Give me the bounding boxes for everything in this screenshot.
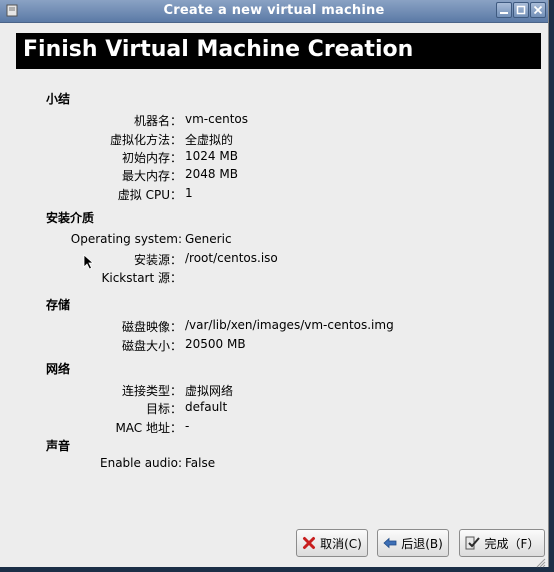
machine-name-value: vm-centos <box>185 112 249 126</box>
install-media-heading: 安装介质 <box>46 211 95 225</box>
initial-memory-value: 1024 MB <box>185 149 238 163</box>
page-banner: Finish Virtual Machine Creation <box>16 33 541 69</box>
install-source-value: /root/centos.iso <box>185 251 278 265</box>
summary-heading: 小结 <box>46 92 71 106</box>
finish-apply-icon <box>465 536 481 550</box>
enable-audio-value: False <box>185 456 216 470</box>
mac-address-value: - <box>185 419 190 433</box>
virt-method-value: 全虚拟的 <box>185 133 234 147</box>
cancel-button-label: 取消(C) <box>320 536 362 551</box>
dialog-window: Create a new virtual machine Finish Virt… <box>0 0 549 568</box>
virt-method-label: 虚拟化方法： <box>109 133 182 147</box>
target-value: default <box>185 400 228 414</box>
vcpu-value: 1 <box>185 186 193 200</box>
machine-name-label: 机器名： <box>133 114 182 128</box>
close-icon[interactable] <box>530 2 546 18</box>
title-bar[interactable]: Create a new virtual machine <box>0 0 548 23</box>
max-memory-value: 2048 MB <box>185 167 238 181</box>
back-arrow-icon <box>383 537 397 549</box>
back-button[interactable]: 后退(B) <box>377 529 449 557</box>
os-label: Operating system: <box>70 232 182 246</box>
storage-heading: 存储 <box>46 298 71 312</box>
mac-address-label: MAC 地址： <box>115 421 182 435</box>
disk-size-label: 磁盘大小： <box>121 339 182 353</box>
target-label: 目标： <box>145 402 182 416</box>
disk-image-label: 磁盘映像： <box>121 320 182 334</box>
cancel-button[interactable]: 取消(C) <box>296 529 368 557</box>
disk-image-value: /var/lib/xen/images/vm-centos.img <box>185 318 394 332</box>
back-button-label: 后退(B) <box>401 536 443 551</box>
resize-grip-icon[interactable] <box>535 553 546 572</box>
initial-memory-label: 初始内存： <box>121 151 182 165</box>
vcpu-label: 虚拟 CPU： <box>117 188 182 202</box>
mouse-pointer-icon <box>83 254 95 274</box>
max-memory-label: 最大内存： <box>121 169 182 183</box>
enable-audio-label: Enable audio: <box>100 456 182 470</box>
sound-heading: 声音 <box>46 439 71 453</box>
window-title: Create a new virtual machine <box>163 3 385 18</box>
cancel-icon <box>302 536 316 550</box>
maximize-icon[interactable] <box>513 2 529 18</box>
finish-button[interactable]: 完成（F） <box>459 529 545 557</box>
page-title: Finish Virtual Machine Creation <box>23 37 414 62</box>
connection-type-value: 虚拟网络 <box>185 384 234 398</box>
network-heading: 网络 <box>46 362 71 376</box>
disk-size-value: 20500 MB <box>185 337 246 351</box>
connection-type-label: 连接类型： <box>121 384 182 398</box>
minimize-icon[interactable] <box>496 2 512 18</box>
finish-button-label: 完成（F） <box>484 536 540 551</box>
os-value: Generic <box>185 232 232 246</box>
